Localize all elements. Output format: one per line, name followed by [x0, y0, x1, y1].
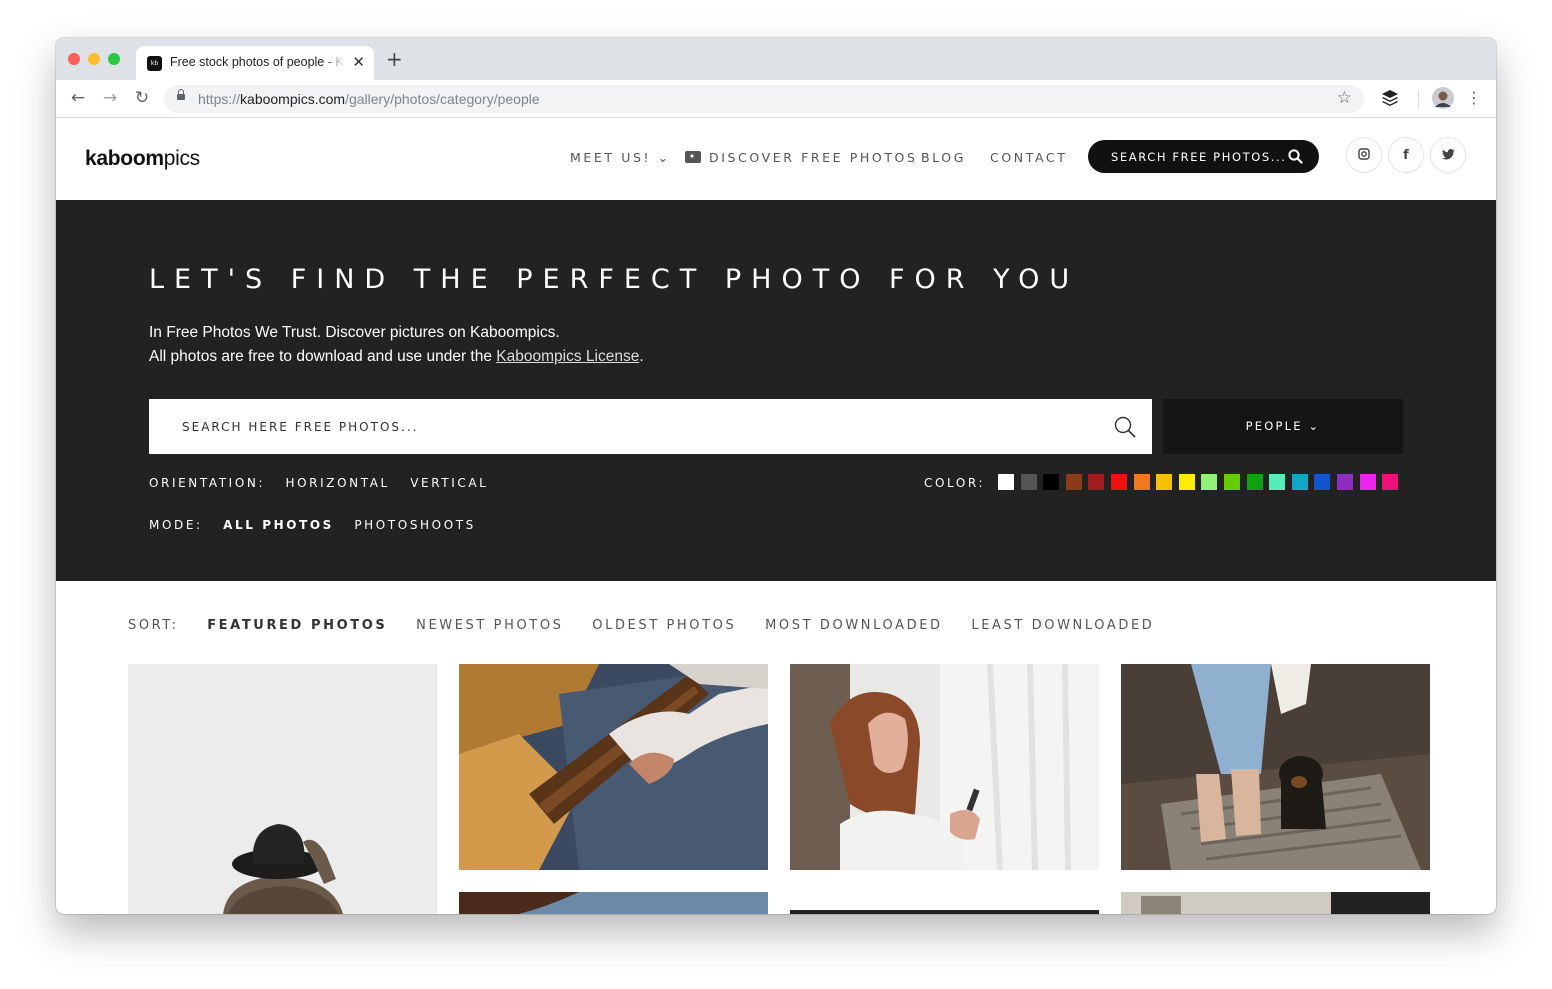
hero-line-2: All photos are free to download and use …	[149, 348, 644, 365]
lock-icon	[177, 89, 185, 100]
site-header: kaboompics MEET US! ⌄ DISCOVER FREE PHOT…	[56, 118, 1496, 200]
browser-toolbar: ← → ↻ https://kaboompics.com/gallery/pho…	[56, 80, 1496, 118]
nav-contact[interactable]: CONTACT	[990, 150, 1067, 165]
url-text: https://kaboompics.com/gallery/photos/ca…	[198, 91, 540, 107]
color-swatch-10[interactable]	[1201, 474, 1218, 490]
color-swatch-16[interactable]	[1336, 474, 1353, 490]
toolbar-divider	[1418, 90, 1419, 108]
color-swatch-17[interactable]	[1359, 474, 1376, 490]
hero-line-1: In Free Photos We Trust. Discover pictur…	[149, 324, 560, 341]
layers-extension-icon[interactable]	[1380, 88, 1400, 108]
mode-label: MODE:	[149, 518, 203, 532]
browser-window: kb Free stock photos of people - Kaboomp…	[56, 38, 1496, 914]
color-swatch-9[interactable]	[1178, 474, 1195, 490]
forward-icon[interactable]: →	[100, 88, 120, 108]
header-search-button[interactable]: SEARCH FREE PHOTOS...	[1088, 140, 1319, 173]
search-placeholder: SEARCH HERE FREE PHOTOS...	[182, 420, 419, 434]
menu-kebab-icon[interactable]: ⋮	[1464, 88, 1484, 108]
nav-discover[interactable]: DISCOVER FREE PHOTOS	[685, 150, 918, 165]
sort-least-downloaded[interactable]: LEAST DOWNLOADED	[971, 618, 1154, 633]
hero-section: LET'S FIND THE PERFECT PHOTO FOR YOU In …	[56, 200, 1496, 581]
photo-dog-feet[interactable]	[1121, 664, 1430, 870]
color-swatch-11[interactable]	[1223, 474, 1240, 490]
favicon-icon: kb	[147, 56, 162, 71]
hero-title: LET'S FIND THE PERFECT PHOTO FOR YOU	[149, 264, 1080, 295]
reload-icon[interactable]: ↻	[132, 88, 152, 108]
color-swatch-15[interactable]	[1314, 474, 1331, 490]
orientation-vertical[interactable]: VERTICAL	[410, 476, 488, 490]
color-swatches	[998, 474, 1399, 490]
mode-filter: MODE: ALL PHOTOS PHOTOSHOOTS	[149, 518, 490, 532]
search-icon	[1288, 149, 1303, 164]
color-swatch-18[interactable]	[1382, 474, 1399, 490]
close-tab-icon[interactable]: ✕	[352, 53, 365, 71]
sort-most-downloaded[interactable]: MOST DOWNLOADED	[765, 618, 943, 633]
color-swatch-12[interactable]	[1246, 474, 1263, 490]
nav-meet-us[interactable]: MEET US! ⌄	[570, 150, 671, 165]
sort-oldest[interactable]: OLDEST PHOTOS	[592, 618, 736, 633]
photo-row2-b[interactable]	[790, 910, 1099, 914]
sort-featured[interactable]: FEATURED PHOTOS	[207, 618, 387, 633]
maximize-window-button[interactable]	[108, 53, 120, 65]
sort-label: SORT:	[128, 618, 179, 633]
photo-woman-phone[interactable]	[790, 664, 1099, 870]
orientation-filter: ORIENTATION: HORIZONTAL VERTICAL	[149, 476, 502, 490]
mode-all-photos[interactable]: ALL PHOTOS	[223, 518, 334, 532]
new-tab-icon[interactable]: +	[386, 49, 403, 69]
kaboompics-logo[interactable]: kaboompics	[85, 147, 200, 171]
address-bar[interactable]: https://kaboompics.com/gallery/photos/ca…	[164, 85, 1364, 113]
profile-avatar[interactable]	[1432, 87, 1454, 109]
photo-search-input[interactable]: SEARCH HERE FREE PHOTOS...	[149, 399, 1152, 454]
color-swatch-1[interactable]	[998, 474, 1014, 490]
photo-hat-woman[interactable]	[128, 664, 437, 914]
color-swatch-3[interactable]	[1043, 474, 1060, 490]
color-swatch-8[interactable]	[1156, 474, 1173, 490]
photo-row2-a[interactable]	[459, 892, 768, 914]
photo-row2-c[interactable]	[1121, 892, 1430, 914]
color-swatch-14[interactable]	[1291, 474, 1308, 490]
twitter-icon[interactable]	[1430, 137, 1466, 173]
back-icon[interactable]: ←	[68, 88, 88, 108]
mode-photoshoots[interactable]: PHOTOSHOOTS	[354, 518, 476, 532]
category-dropdown[interactable]: PEOPLE ⌄	[1163, 399, 1403, 454]
sort-bar: SORT: FEATURED PHOTOS NEWEST PHOTOS OLDE…	[128, 618, 1176, 633]
bookmark-star-icon[interactable]: ☆	[1337, 88, 1352, 108]
sort-newest[interactable]: NEWEST PHOTOS	[416, 618, 563, 633]
close-window-button[interactable]	[68, 53, 80, 65]
minimize-window-button[interactable]	[88, 53, 100, 65]
license-link[interactable]: Kaboompics License	[496, 348, 639, 365]
search-icon[interactable]	[1113, 415, 1137, 439]
tab-title: Free stock photos of people - Kaboompics	[170, 55, 345, 69]
color-swatch-2[interactable]	[1020, 474, 1037, 490]
nav-discover-label: DISCOVER FREE PHOTOS	[709, 150, 918, 165]
color-swatch-7[interactable]	[1133, 474, 1150, 490]
color-swatch-5[interactable]	[1088, 474, 1105, 490]
facebook-icon[interactable]: f	[1388, 137, 1424, 173]
instagram-icon[interactable]	[1346, 137, 1382, 173]
nav-blog[interactable]: BLOG	[921, 150, 966, 165]
tab-strip: kb Free stock photos of people - Kaboomp…	[56, 38, 1496, 80]
camera-icon	[685, 151, 701, 163]
color-swatch-13[interactable]	[1269, 474, 1286, 490]
category-selected: PEOPLE ⌄	[1245, 419, 1321, 433]
header-search-label: SEARCH FREE PHOTOS...	[1111, 150, 1287, 164]
color-swatch-6[interactable]	[1110, 474, 1127, 490]
hero-subtitle: In Free Photos We Trust. Discover pictur…	[149, 321, 644, 369]
photo-book-jeans[interactable]	[459, 664, 768, 870]
orientation-horizontal[interactable]: HORIZONTAL	[286, 476, 390, 490]
browser-tab[interactable]: kb Free stock photos of people - Kaboomp…	[136, 46, 374, 80]
color-label: COLOR:	[924, 476, 986, 490]
window-controls	[68, 53, 120, 65]
color-swatch-4[interactable]	[1065, 474, 1082, 490]
orientation-label: ORIENTATION:	[149, 476, 266, 490]
